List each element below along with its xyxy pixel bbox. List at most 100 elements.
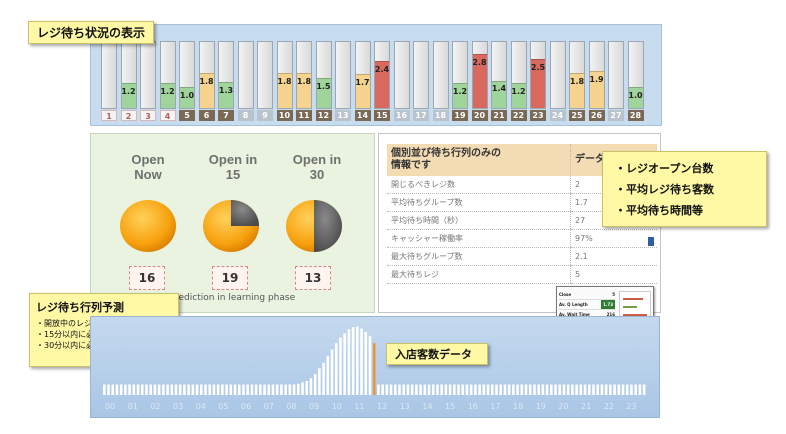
histogram-bar xyxy=(254,384,258,395)
hour-tick-label: 00 xyxy=(105,402,115,411)
lane-12[interactable]: 1.5 12 xyxy=(315,41,332,121)
hour-tick-label: 19 xyxy=(536,402,546,411)
open-in-30-pie xyxy=(286,200,342,252)
lane-2[interactable]: 1.2 2 xyxy=(120,41,137,121)
lane-number: 15 xyxy=(374,110,390,121)
lane-6[interactable]: 1.8 6 xyxy=(198,41,215,121)
hour-tick-label: 15 xyxy=(445,402,455,411)
lane-queue-value: 2.8 xyxy=(472,58,487,68)
lane-10[interactable]: 1.8 10 xyxy=(276,41,293,121)
lane-24[interactable]: 24 xyxy=(549,41,566,121)
lane-19[interactable]: 1.2 19 xyxy=(452,41,468,121)
lane-18[interactable]: 18 xyxy=(432,41,449,121)
histogram-bar xyxy=(596,384,600,395)
customer-histogram: 00 01 02 03 04 05 06 07 08 09 10 11 12 13 14 15 16 17 18 19… xyxy=(103,326,646,411)
histogram-bar xyxy=(326,355,330,395)
histogram-bar xyxy=(389,384,393,395)
lane-tube xyxy=(101,41,117,109)
histogram-bar xyxy=(579,384,583,395)
histogram-bar xyxy=(377,384,380,395)
histogram-bar xyxy=(381,384,384,395)
histogram-bar xyxy=(613,384,616,395)
lane-3[interactable]: 3 xyxy=(140,41,156,121)
lane-tube: 1.2 xyxy=(510,41,527,109)
lane-queue-value: 1.7 xyxy=(355,77,370,87)
lane-17[interactable]: 17 xyxy=(413,41,429,121)
lane-tube: 1.8 xyxy=(296,41,312,109)
lane-1[interactable]: 1 xyxy=(101,41,117,121)
lane-13[interactable]: 13 xyxy=(335,41,351,121)
histogram-bar xyxy=(128,384,131,395)
lane-15[interactable]: 2.4 15 xyxy=(374,41,390,121)
histogram-bar xyxy=(419,384,422,395)
histogram-bar xyxy=(528,384,532,395)
lane-23[interactable]: 2.5 23 xyxy=(530,41,546,121)
lane-tube: 2.4 xyxy=(374,41,390,109)
histogram-bar xyxy=(486,384,490,395)
prediction-footer: rediction in learning phase xyxy=(175,293,296,303)
lane-number: 28 xyxy=(627,110,644,121)
histogram-bar xyxy=(149,384,152,395)
histogram-bar xyxy=(339,337,342,395)
histogram-bar xyxy=(368,336,372,395)
lane-22[interactable]: 1.2 22 xyxy=(510,41,527,121)
lane-queue-value: 1.5 xyxy=(316,81,331,91)
histogram-bar xyxy=(609,384,612,395)
stats-row-value: 2.1 xyxy=(570,247,657,266)
histogram-bar xyxy=(140,384,144,395)
lane-queue-value: 1.2 xyxy=(511,87,526,97)
lane-number: 23 xyxy=(530,110,546,121)
histogram-bar xyxy=(212,384,216,395)
stats-row-value: 97% xyxy=(570,229,657,248)
open-registers-panel: Open Now Open in 15 Open in 30 16 19 13 … xyxy=(90,133,375,313)
mini-row-label: Av. Q Length xyxy=(559,302,588,307)
lane-20[interactable]: 2.8 20 xyxy=(471,41,488,121)
lane-number: 14 xyxy=(354,110,371,121)
histogram-bar xyxy=(587,384,591,395)
lane-queue-value: 1.0 xyxy=(179,91,195,101)
lane-tube: 1.4 xyxy=(491,41,507,109)
histogram-bar xyxy=(558,384,562,395)
histogram-bar xyxy=(157,384,161,395)
lane-tube: 1.8 xyxy=(569,41,585,109)
lane-7[interactable]: 1.3 7 xyxy=(218,41,234,121)
lane-tube: 1.5 xyxy=(315,41,332,109)
lane-tube: 1.2 xyxy=(159,41,176,109)
lane-8[interactable]: 8 xyxy=(237,41,254,121)
hour-tick-label: 07 xyxy=(264,402,274,411)
lane-25[interactable]: 1.8 25 xyxy=(569,41,585,121)
histogram-bar xyxy=(334,343,338,395)
lane-number: 1 xyxy=(101,110,117,121)
lane-number: 12 xyxy=(315,110,332,121)
hour-tick-label: 10 xyxy=(332,402,342,411)
lane-26[interactable]: 1.9 26 xyxy=(588,41,605,121)
lane-status-panel: 1 1.2 2 3 1.2 4 1.0 5 1.8 6 1.3 7 8 9 1.8 10 1.8 11 1.5 12 1… xyxy=(90,24,662,126)
lane-number: 4 xyxy=(159,110,176,121)
lane-11[interactable]: 1.8 11 xyxy=(296,41,312,121)
hour-tick-label: 06 xyxy=(241,402,251,411)
histogram-bar xyxy=(166,384,169,395)
lane-4[interactable]: 1.2 4 xyxy=(159,41,176,121)
lane-5[interactable]: 1.0 5 xyxy=(179,41,195,121)
lane-queue-value: 1.2 xyxy=(121,87,136,97)
stats-row-label: 開じるべきレジ数 xyxy=(387,176,571,194)
open-now-title: Open Now xyxy=(131,152,165,182)
lane-tube: 1.2 xyxy=(452,41,468,109)
lane-16[interactable]: 16 xyxy=(393,41,410,121)
lane-27[interactable]: 27 xyxy=(608,41,624,121)
lane-queue-value: 2.4 xyxy=(374,64,390,74)
histogram-bar xyxy=(183,384,186,395)
histogram-bar xyxy=(571,384,574,395)
lane-tube xyxy=(432,41,449,109)
histogram-bar xyxy=(259,384,262,395)
histogram-bar xyxy=(364,332,368,395)
lane-9[interactable]: 9 xyxy=(257,41,273,121)
mini-row-value: 5 xyxy=(612,292,615,297)
histogram-bar xyxy=(288,384,292,395)
lane-28[interactable]: 1.0 28 xyxy=(627,41,644,121)
lane-tube: 1.3 xyxy=(218,41,234,109)
histogram-bar xyxy=(461,384,465,395)
histogram-bar xyxy=(453,384,456,395)
lane-21[interactable]: 1.4 21 xyxy=(491,41,507,121)
lane-14[interactable]: 1.7 14 xyxy=(354,41,371,121)
